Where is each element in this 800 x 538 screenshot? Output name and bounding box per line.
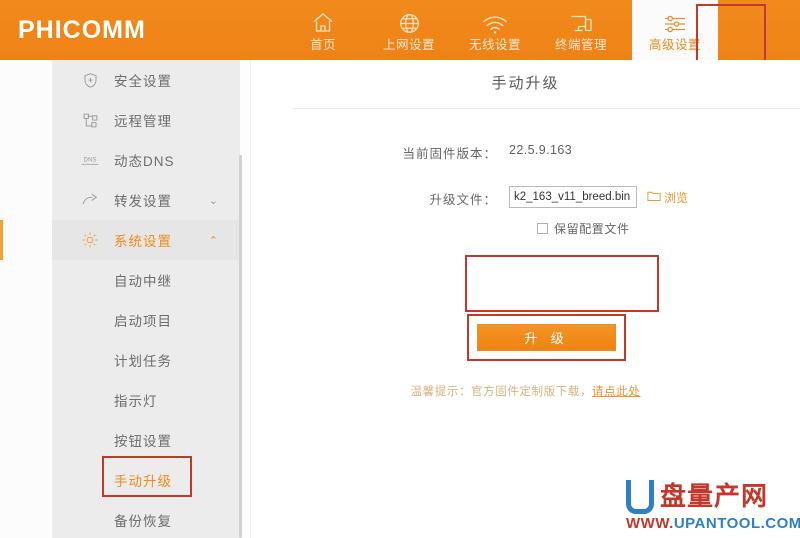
watermark-url-www: WWW. <box>626 515 674 532</box>
keep-config-checkbox[interactable] <box>537 223 548 234</box>
watermark-url-name: UPANTOOL.COM <box>673 515 800 532</box>
globe-icon <box>398 9 421 35</box>
brand-logo: PHICOMM <box>18 16 146 44</box>
dns-icon: DNS <box>80 150 100 170</box>
sidebar-subitem-label: 备份恢复 <box>114 514 172 529</box>
folder-icon <box>647 190 661 205</box>
sidebar-item-dynamic-dns[interactable]: DNS 动态DNS <box>52 140 240 180</box>
sidebar-subitem-startup-items[interactable]: 启动项目 <box>52 300 240 340</box>
left-gutter <box>0 60 52 538</box>
sidebar-subitem-backup-restore[interactable]: 备份恢复 <box>52 500 240 538</box>
forward-arrow-icon <box>80 190 100 210</box>
title-divider <box>292 108 800 109</box>
sidebar-scrollbar[interactable] <box>239 155 242 538</box>
watermark-u-letter <box>626 480 654 514</box>
nav-item-home[interactable]: 首页 <box>280 0 366 60</box>
router-admin-screen: PHICOMM 首页 上网设置 无线设置 终端管理 高级设置 安全设置 远程管理… <box>0 0 800 538</box>
chevron-down-icon[interactable]: ⌄ <box>209 194 218 207</box>
keep-config-label: 保留配置文件 <box>554 222 630 236</box>
nav-item-wireless-settings[interactable]: 无线设置 <box>452 0 538 60</box>
sidebar-item-label: 安全设置 <box>114 74 172 89</box>
sidebar-item-label: 系统设置 <box>114 234 172 249</box>
sidebar-subitem-manual-upgrade[interactable]: 手动升级 <box>52 460 240 500</box>
annotation-box-upgrade-file <box>465 255 659 312</box>
browse-label: 浏览 <box>664 190 689 205</box>
watermark-url: WWW.UPANTOOL.COM <box>626 515 800 532</box>
wifi-icon <box>482 9 508 35</box>
sidebar-item-forwarding[interactable]: 转发设置 ⌄ <box>52 180 240 220</box>
tip-link[interactable]: 请点此处 <box>592 386 640 398</box>
sidebar-subitem-label: 自动中继 <box>114 274 172 289</box>
home-icon <box>311 9 335 35</box>
devices-icon <box>569 9 593 35</box>
top-navigation: 首页 上网设置 无线设置 终端管理 高级设置 <box>280 0 718 60</box>
sidebar-subitem-indicator-light[interactable]: 指示灯 <box>52 380 240 420</box>
main-content: 手动升级 当前固件版本： 22.5.9.163 升级文件： k2_163_v11… <box>251 60 800 538</box>
sidebar: 安全设置 远程管理 DNS 动态DNS 转发设置 ⌄ 系统设置 ⌃ 自动中继 启… <box>0 60 240 538</box>
nav-label: 高级设置 <box>648 37 701 52</box>
firmware-version-row: 当前固件版本： 22.5.9.163 <box>251 140 800 162</box>
nav-label: 无线设置 <box>468 37 521 52</box>
gear-icon <box>80 230 100 250</box>
sliders-icon <box>662 9 688 35</box>
sidebar-item-remote-management[interactable]: 远程管理 <box>52 100 240 140</box>
browse-button[interactable]: 浏览 <box>647 189 688 206</box>
nav-item-device-management[interactable]: 终端管理 <box>538 0 624 60</box>
upgrade-file-label: 升级文件： <box>429 193 497 207</box>
sidebar-item-label: 动态DNS <box>114 154 175 169</box>
firmware-version-label: 当前固件版本： <box>402 147 497 161</box>
nav-label: 终端管理 <box>554 37 607 52</box>
sidebar-subitem-auto-relay[interactable]: 自动中继 <box>52 260 240 300</box>
nav-item-internet-settings[interactable]: 上网设置 <box>366 0 452 60</box>
site-watermark: 盘量产网 WWW.UPANTOOL.COM <box>626 478 800 534</box>
page-title: 手动升级 <box>491 75 560 92</box>
firmware-version-value: 22.5.9.163 <box>509 143 573 157</box>
tip-prefix: 温馨提示：官方固件定制版下载， <box>410 386 593 398</box>
chevron-up-icon[interactable]: ⌃ <box>209 234 218 247</box>
sidebar-subitem-label: 指示灯 <box>114 394 158 409</box>
sidebar-item-label: 远程管理 <box>114 114 172 129</box>
keep-config-row: 保留配置文件 <box>537 220 688 237</box>
tip-text: 温馨提示：官方固件定制版下载，请点此处 <box>251 383 800 399</box>
app-header: PHICOMM 首页 上网设置 无线设置 终端管理 高级设置 <box>0 0 800 60</box>
svg-text:DNS: DNS <box>84 157 97 164</box>
watermark-cn-text: 盘量产网 <box>660 482 769 512</box>
sidebar-subitem-label: 启动项目 <box>114 314 172 329</box>
nav-label: 上网设置 <box>382 37 435 52</box>
upgrade-button[interactable]: 升 级 <box>477 324 616 351</box>
sidebar-subitem-button-settings[interactable]: 按钮设置 <box>52 420 240 460</box>
upgrade-file-input[interactable] <box>509 186 637 208</box>
sidebar-item-security[interactable]: 安全设置 <box>52 60 240 100</box>
sidebar-item-label: 转发设置 <box>114 194 172 209</box>
sidebar-subitem-scheduled-tasks[interactable]: 计划任务 <box>52 340 240 380</box>
sidebar-subitem-label: 计划任务 <box>114 354 172 369</box>
remote-nodes-icon <box>80 110 100 130</box>
sidebar-subitem-label: 手动升级 <box>114 474 172 489</box>
nav-item-advanced-settings[interactable]: 高级设置 <box>632 0 718 60</box>
nav-label: 首页 <box>309 37 336 52</box>
manual-upgrade-form: 当前固件版本： 22.5.9.163 升级文件： k2_163_v11_bree… <box>251 140 800 398</box>
upgrade-file-row: 升级文件： 浏览 <box>251 186 800 237</box>
shield-plus-icon <box>80 70 100 90</box>
sidebar-subitem-label: 按钮设置 <box>114 434 172 449</box>
sidebar-item-system-settings[interactable]: 系统设置 ⌃ <box>0 220 240 260</box>
